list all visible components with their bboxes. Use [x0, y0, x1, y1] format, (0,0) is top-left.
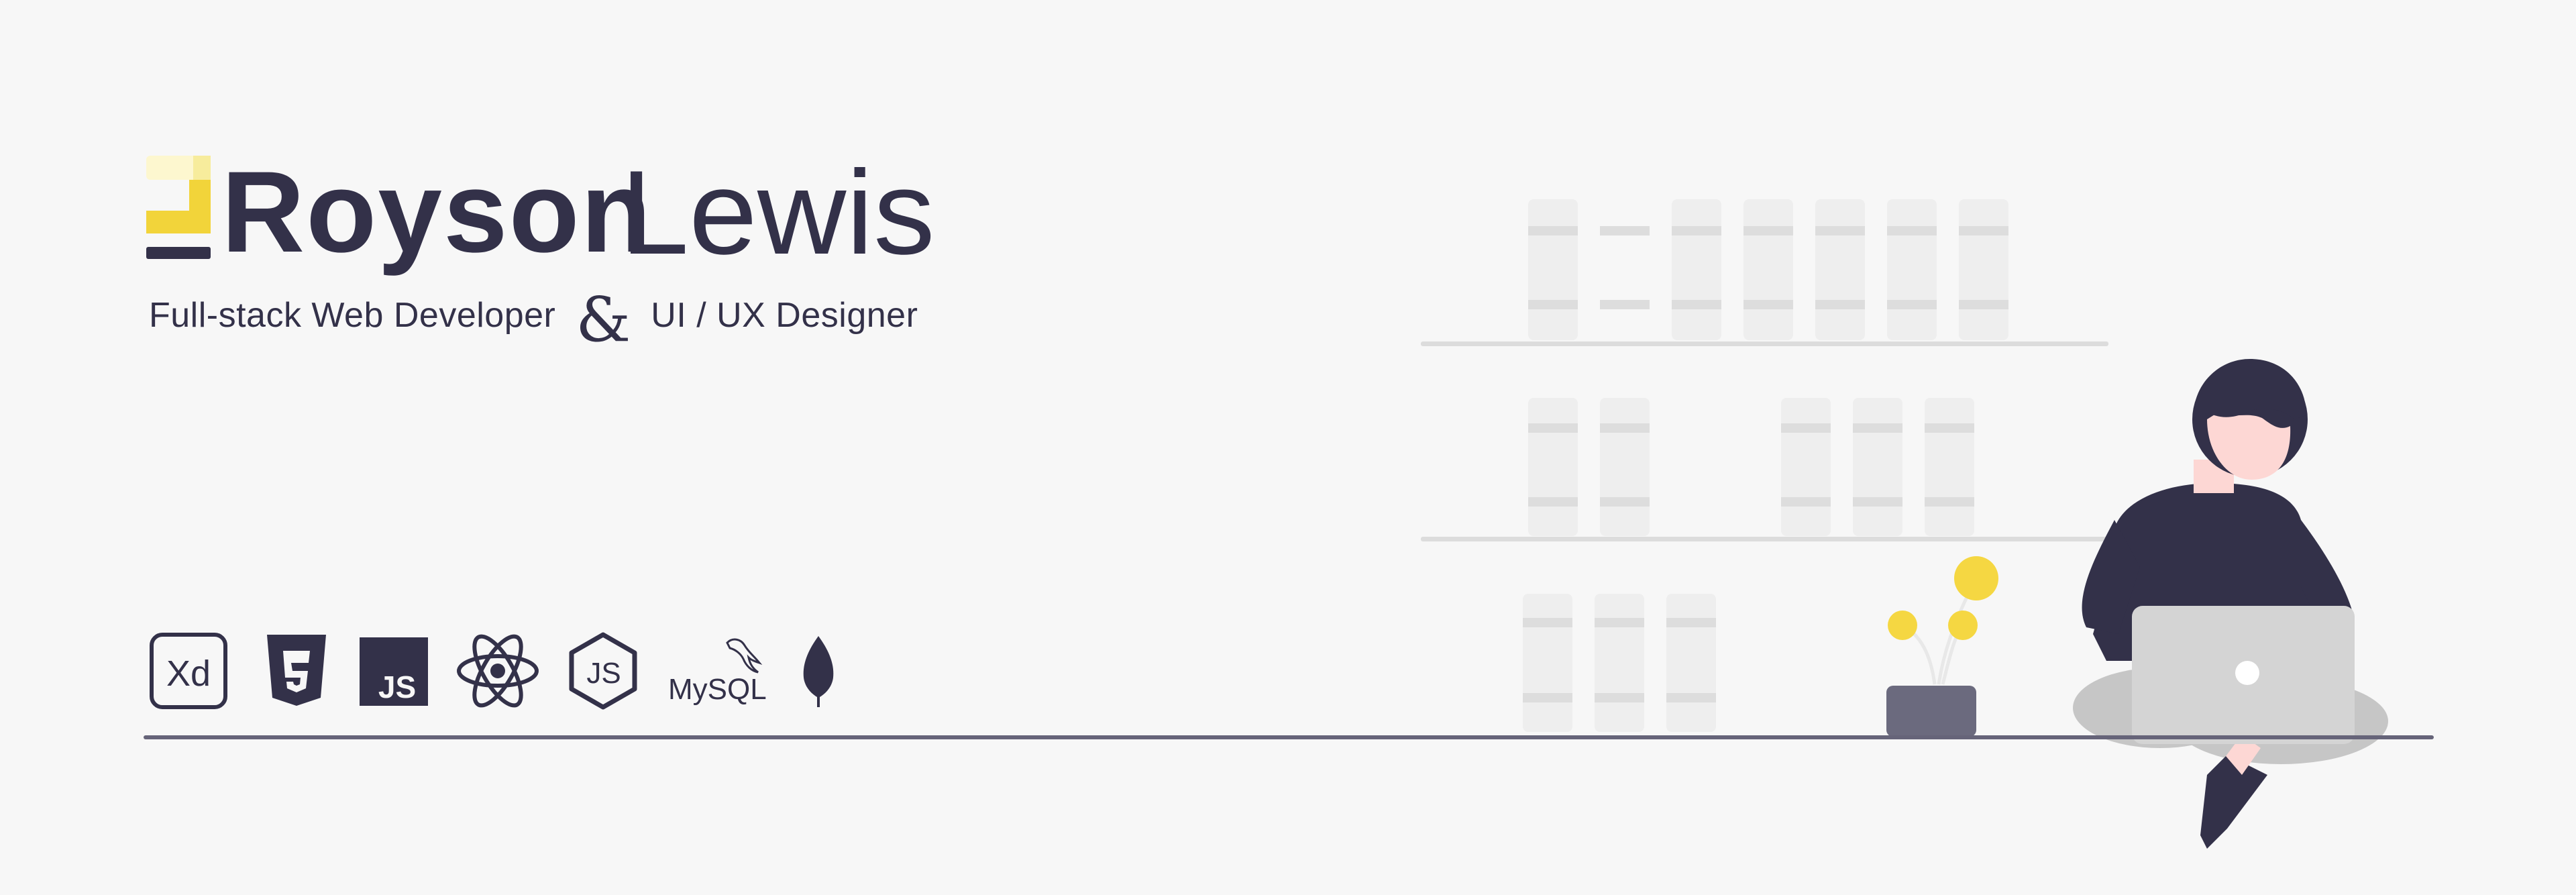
portfolio-banner: Royson Lewis Full-stack Web Developer & … [0, 0, 2576, 895]
node-js-label: JS [586, 657, 621, 690]
potted-plant-illustration [1886, 556, 1998, 737]
react-icon [457, 634, 539, 708]
developer-person-illustration [2073, 359, 2388, 849]
first-name: Royson [221, 148, 653, 276]
css3-icon [267, 635, 326, 706]
xd-label: Xd [166, 653, 211, 694]
js-label: JS [378, 670, 416, 704]
role-designer: UI / UX Designer [651, 296, 918, 335]
mongodb-leaf-icon [803, 636, 834, 707]
last-name: Lewis [621, 146, 935, 279]
shelf-1 [1421, 341, 2108, 346]
tagline: Full-stack Web Developer & UI / UX Desig… [149, 268, 918, 362]
javascript-icon: JS [360, 637, 428, 706]
mysql-label: MySQL [668, 673, 767, 706]
adobe-xd-icon: Xd [150, 633, 227, 709]
shelf-2 [1421, 537, 2108, 541]
books-row-3 [1523, 594, 1716, 732]
logo-mark-icon [146, 156, 211, 259]
skills-icon-row: Xd JS JS MySQL [149, 631, 873, 711]
role-developer: Full-stack Web Developer [149, 296, 556, 335]
books-row-2 [1528, 398, 1974, 536]
mysql-icon: MySQL [668, 638, 767, 706]
books-row-1 [1528, 199, 2008, 340]
nodejs-icon: JS [569, 632, 637, 710]
ampersand: & [576, 283, 631, 356]
floor-line [144, 735, 2434, 739]
